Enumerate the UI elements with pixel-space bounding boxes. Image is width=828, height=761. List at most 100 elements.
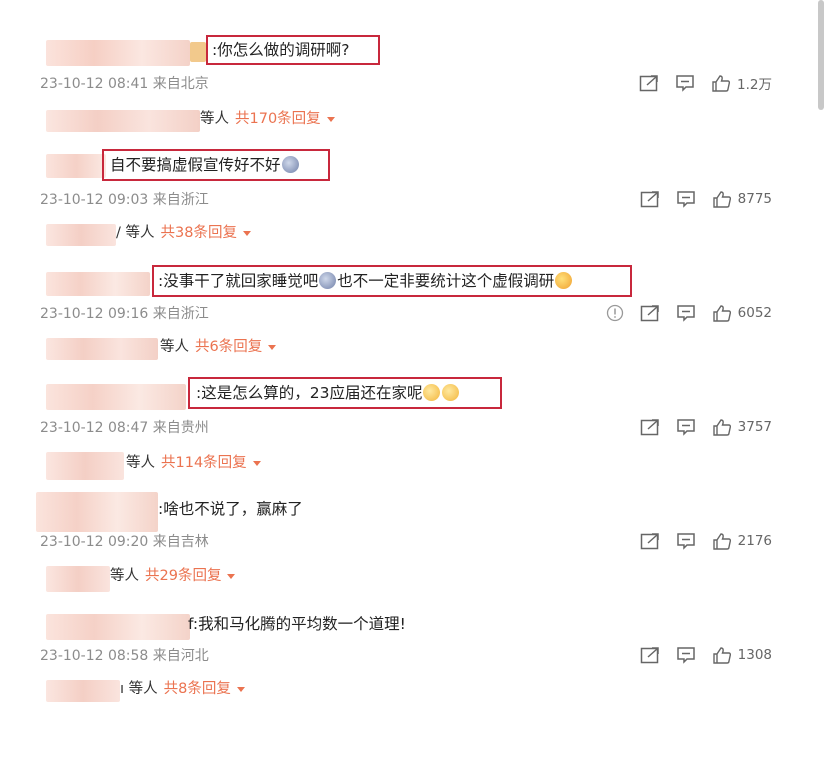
- blurred-username: [36, 492, 158, 532]
- comment-icon: [676, 191, 695, 208]
- like-count: 2176: [737, 533, 772, 549]
- blurred-reply-users: [46, 680, 120, 702]
- comment-item: :你怎么做的调研啊? 23-10-12 08:41 来自北京 1.2万 等人 共1…: [0, 0, 828, 132]
- blurred-username: [46, 614, 190, 640]
- like-count: 3757: [737, 419, 772, 435]
- like-button[interactable]: 8775: [712, 190, 772, 209]
- comment-text: :你怎么做的调研啊?: [212, 41, 350, 59]
- comment-actions: 8775: [624, 188, 772, 210]
- blurred-username: [46, 40, 190, 66]
- share-button[interactable]: [640, 418, 660, 436]
- comment-button[interactable]: [675, 74, 695, 92]
- replies-link[interactable]: ı 等人 共8条回复: [120, 678, 245, 700]
- thumbs-up-icon: [712, 418, 731, 436]
- like-count: 1308: [737, 647, 772, 663]
- comment-actions: 6052: [590, 302, 772, 324]
- blurred-avatar-fragment: [190, 42, 206, 62]
- comment-text: 自不要搞虚假宣传好不好: [110, 153, 300, 177]
- comment-location: 来自贵州: [152, 420, 209, 436]
- comment-location: 来自浙江: [152, 192, 209, 208]
- comment-text: :没事干了就回家睡觉吧 也不一定非要统计这个虚假调研: [158, 269, 573, 293]
- comment-actions: 2176: [624, 530, 772, 552]
- reply-count: 共8条回复: [163, 681, 231, 697]
- share-icon: [640, 305, 659, 322]
- share-button[interactable]: [640, 304, 660, 322]
- comment-item: :这是怎么算的，23应届还在家呢 23-10-12 08:47 来自贵州 375…: [0, 342, 828, 480]
- comment-time: 23-10-12 08:41: [40, 76, 149, 92]
- comment-icon: [676, 305, 695, 322]
- thumbs-up-icon: [712, 74, 731, 92]
- comment-button[interactable]: [676, 418, 696, 436]
- comment-meta: 23-10-12 09:16 来自浙江: [40, 303, 209, 323]
- report-button[interactable]: [606, 304, 624, 322]
- crying-emoji-icon: [281, 156, 299, 173]
- share-icon: [639, 75, 658, 92]
- share-icon: [640, 647, 659, 664]
- comment-time: 23-10-12 09:16: [40, 306, 149, 322]
- comment-item: f:我和马化腾的平均数一个道理! 23-10-12 08:58 来自河北 130…: [0, 570, 828, 702]
- comment-button[interactable]: [676, 304, 696, 322]
- share-button[interactable]: [640, 190, 660, 208]
- comment-icon: [676, 75, 694, 92]
- like-button[interactable]: 6052: [712, 304, 772, 323]
- comment-location: 来自浙江: [152, 306, 209, 322]
- comment-icon: [676, 647, 695, 664]
- comment-time: 23-10-12 09:03: [40, 192, 149, 208]
- like-count: 8775: [737, 191, 772, 207]
- comment-meta: 23-10-12 09:20 来自吉林: [40, 531, 209, 551]
- comment-item: 自不要搞虚假宣传好不好 23-10-12 09:03 来自浙江 8775 / 等…: [0, 114, 828, 246]
- grin-emoji-icon: [442, 384, 460, 401]
- thumbs-up-icon: [712, 532, 731, 550]
- comment-item: :啥也不说了，赢麻了 23-10-12 09:20 来自吉林 2176 等人 共2…: [0, 456, 828, 592]
- thumbs-up-icon: [712, 646, 731, 664]
- report-icon: [606, 304, 623, 322]
- share-icon: [640, 533, 659, 550]
- blurred-username: [46, 272, 150, 296]
- like-button[interactable]: 1.2万: [711, 73, 772, 93]
- comment-meta: 23-10-12 08:41 来自北京: [40, 73, 209, 93]
- like-button[interactable]: 2176: [712, 532, 772, 551]
- like-count: 1.2万: [737, 77, 772, 93]
- comment-text: f:我和马化腾的平均数一个道理!: [188, 615, 406, 633]
- comment-time: 23-10-12 08:58: [40, 648, 149, 664]
- shocked-emoji-icon: [555, 272, 573, 289]
- comment-time: 23-10-12 08:47: [40, 420, 149, 436]
- grin-emoji-icon: [423, 384, 441, 401]
- comment-actions: 1308: [624, 644, 772, 666]
- comment-text-content: 也不一定非要统计这个虚假调研: [337, 272, 555, 290]
- like-count: 6052: [737, 305, 772, 321]
- comment-text: :这是怎么算的，23应届还在家呢: [196, 381, 460, 405]
- comment-text-content: :没事干了就回家睡觉吧: [158, 272, 319, 290]
- share-button[interactable]: [640, 532, 660, 550]
- comment-meta: 23-10-12 08:58 来自河北: [40, 645, 209, 665]
- comment-location: 来自北京: [152, 76, 209, 92]
- share-button[interactable]: [639, 74, 659, 92]
- comment-actions: 3757: [624, 416, 772, 438]
- thumbs-up-icon: [712, 304, 731, 322]
- comment-meta: 23-10-12 08:47 来自贵州: [40, 417, 209, 437]
- thumbs-up-icon: [712, 190, 731, 208]
- like-button[interactable]: 1308: [712, 646, 772, 665]
- comment-button[interactable]: [676, 190, 696, 208]
- blurred-username: [46, 384, 186, 410]
- comment-item: :没事干了就回家睡觉吧 也不一定非要统计这个虚假调研 23-10-12 09:16…: [0, 228, 828, 360]
- comment-meta: 23-10-12 09:03 来自浙江: [40, 189, 209, 209]
- comment-location: 来自吉林: [152, 534, 209, 550]
- comment-button[interactable]: [676, 646, 696, 664]
- like-button[interactable]: 3757: [712, 418, 772, 437]
- blurred-username: [46, 154, 106, 178]
- share-icon: [640, 191, 659, 208]
- comment-icon: [676, 419, 695, 436]
- crying-emoji-icon: [319, 272, 337, 289]
- comment-text-content: 自不要搞虚假宣传好不好: [110, 156, 281, 174]
- comment-actions: 1.2万: [623, 72, 772, 94]
- reply-users-label: ı 等人: [120, 681, 158, 697]
- comment-button[interactable]: [676, 532, 696, 550]
- comment-text-content: :这是怎么算的，23应届还在家呢: [196, 384, 423, 402]
- share-icon: [640, 419, 659, 436]
- comment-location: 来自河北: [152, 648, 209, 664]
- comment-icon: [676, 533, 695, 550]
- comment-time: 23-10-12 09:20: [40, 534, 149, 550]
- share-button[interactable]: [640, 646, 660, 664]
- chevron-down-icon: [236, 686, 245, 692]
